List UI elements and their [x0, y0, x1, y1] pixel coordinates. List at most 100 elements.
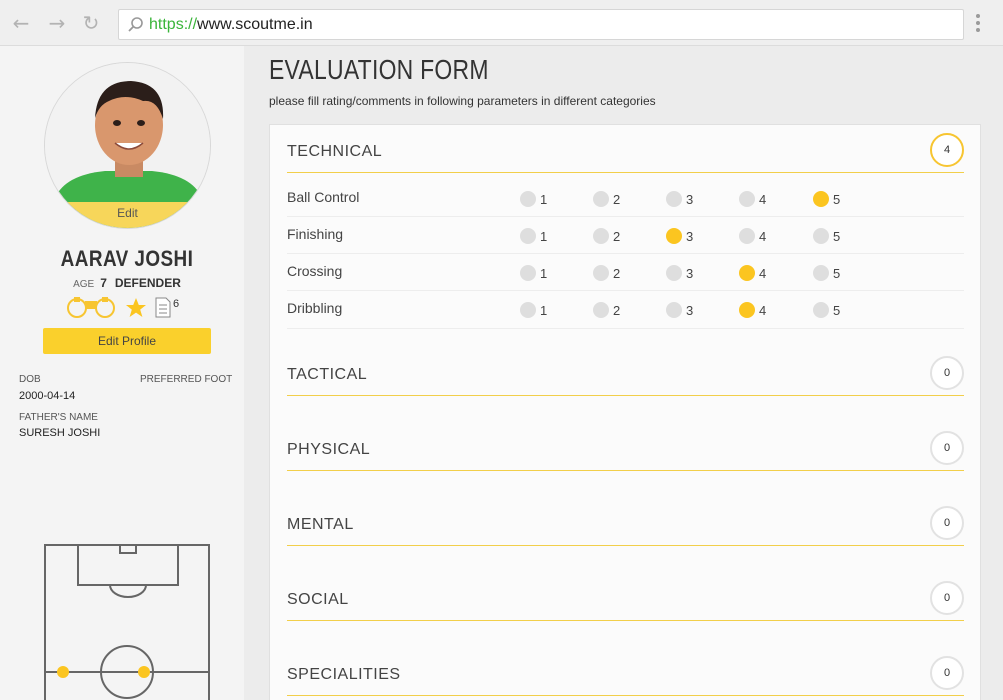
browser-menu-icon[interactable] — [976, 14, 982, 35]
rating-option-label: 5 — [833, 192, 841, 207]
category-score-badge: 0 — [930, 431, 964, 465]
player-position-marker — [138, 666, 150, 678]
radio-unselected-icon[interactable] — [739, 191, 755, 207]
rating-option-label: 3 — [686, 192, 694, 207]
player-name: AARAV JOSHI — [60, 246, 194, 271]
evaluation-form: TECHNICAL 4 Ball Control 1 2 3 4 5 Finishing… — [269, 124, 981, 700]
document-count: 6 — [173, 298, 180, 310]
category-title: TECHNICAL — [287, 143, 383, 160]
radio-selected-icon[interactable] — [739, 265, 755, 281]
radio-unselected-icon[interactable] — [520, 302, 536, 318]
rating-row: Dribbling 1 2 3 4 5 — [287, 291, 964, 328]
rating-option-label: 1 — [540, 303, 548, 318]
radio-unselected-icon[interactable] — [666, 265, 682, 281]
radio-selected-icon[interactable] — [739, 302, 755, 318]
rating-option-label: 2 — [613, 229, 621, 244]
rating-option-label: 2 — [613, 266, 621, 281]
rating-row-label: Crossing — [287, 263, 343, 279]
category-score-badge: 4 — [930, 133, 964, 167]
category-title: PHYSICAL — [287, 441, 371, 458]
radio-unselected-icon[interactable] — [520, 191, 536, 207]
radio-unselected-icon[interactable] — [520, 228, 536, 244]
football-pitch-diagram — [44, 544, 210, 700]
category-score-badge: 0 — [930, 356, 964, 390]
position-value: DEFENDER — [114, 276, 181, 290]
category-header-specialities[interactable]: SPECIALITIES 0 — [287, 650, 964, 696]
category-header-tactical[interactable]: TACTICAL 0 — [287, 350, 964, 396]
page-subtitle: please fill rating/comments in following… — [269, 94, 656, 108]
category-score-badge: 0 — [930, 506, 964, 540]
address-bar[interactable]: https://www.scoutme.in — [118, 9, 964, 40]
radio-unselected-icon[interactable] — [813, 302, 829, 318]
category-title: MENTAL — [287, 516, 354, 533]
radio-unselected-icon[interactable] — [593, 265, 609, 281]
radio-unselected-icon[interactable] — [593, 191, 609, 207]
avatar-edit-button[interactable]: Edit — [45, 202, 210, 228]
radio-unselected-icon[interactable] — [739, 228, 755, 244]
radio-unselected-icon[interactable] — [593, 302, 609, 318]
preferred-foot-label: PREFERRED FOOT — [140, 374, 233, 385]
radio-unselected-icon[interactable] — [813, 228, 829, 244]
page-title: EVALUATION FORM — [269, 54, 489, 85]
rating-option-label: 1 — [540, 229, 548, 244]
radio-selected-icon[interactable] — [813, 191, 829, 207]
binoculars-icon[interactable] — [67, 297, 115, 318]
category-header-mental[interactable]: MENTAL 0 — [287, 500, 964, 546]
rating-option-label: 1 — [540, 266, 548, 281]
category-header-technical[interactable]: TECHNICAL 4 — [287, 127, 964, 173]
rating-option-label: 3 — [686, 229, 694, 244]
dob-value: 2000-04-14 — [19, 390, 76, 402]
category-title: SPECIALITIES — [287, 666, 401, 683]
age-label: AGE — [73, 279, 95, 290]
avatar: Edit — [44, 62, 211, 229]
star-icon[interactable] — [126, 298, 146, 317]
category-title: SOCIAL — [287, 591, 349, 608]
url-text: https://www.scoutme.in — [149, 16, 313, 33]
reload-icon[interactable]: ↻ — [80, 12, 102, 34]
category-score-badge: 0 — [930, 656, 964, 690]
radio-unselected-icon[interactable] — [666, 302, 682, 318]
category-header-physical[interactable]: PHYSICAL 0 — [287, 425, 964, 471]
rating-row: Ball Control 1 2 3 4 5 — [287, 180, 964, 217]
rating-option-label: 4 — [759, 266, 767, 281]
browser-toolbar: ← → ↻ https://www.scoutme.in — [0, 0, 1003, 46]
forward-arrow-icon[interactable]: → — [46, 12, 68, 34]
rating-row-label: Finishing — [287, 226, 344, 242]
father-name-value: SURESH JOSHI — [19, 427, 101, 439]
search-icon — [128, 17, 143, 32]
father-name-label: FATHER'S NAME — [19, 412, 98, 423]
rating-option-label: 4 — [759, 303, 767, 318]
rating-row: Crossing 1 2 3 4 5 — [287, 254, 964, 291]
category-title: TACTICAL — [287, 366, 368, 383]
back-arrow-icon[interactable]: ← — [10, 12, 32, 34]
rating-option-label: 1 — [540, 192, 548, 207]
player-meta: AGE 7 DEFENDER — [0, 276, 254, 290]
player-badges: 6 — [67, 296, 197, 318]
rating-option-label: 4 — [759, 192, 767, 207]
rating-option-label: 3 — [686, 266, 694, 281]
radio-unselected-icon[interactable] — [593, 228, 609, 244]
rating-option-label: 5 — [833, 229, 841, 244]
rating-row: Finishing 1 2 3 4 5 — [287, 217, 964, 254]
rating-option-label: 5 — [833, 303, 841, 318]
radio-unselected-icon[interactable] — [666, 191, 682, 207]
radio-selected-icon[interactable] — [666, 228, 682, 244]
rating-option-label: 4 — [759, 229, 767, 244]
document-icon[interactable] — [155, 297, 171, 318]
row-divider — [287, 328, 964, 329]
rating-row-label: Dribbling — [287, 300, 343, 316]
radio-unselected-icon[interactable] — [520, 265, 536, 281]
player-position-marker — [57, 666, 69, 678]
radio-unselected-icon[interactable] — [813, 265, 829, 281]
dob-label: DOB — [19, 374, 41, 385]
profile-sidebar: Edit AARAV JOSHI AGE 7 DEFENDER 6 Edit Pro… — [0, 46, 244, 700]
age-value: 7 — [100, 276, 107, 290]
rating-row-label: Ball Control — [287, 189, 360, 205]
category-header-social[interactable]: SOCIAL 0 — [287, 575, 964, 621]
edit-profile-button[interactable]: Edit Profile — [43, 328, 211, 354]
rating-option-label: 5 — [833, 266, 841, 281]
rating-option-label: 3 — [686, 303, 694, 318]
rating-option-label: 2 — [613, 192, 621, 207]
rating-option-label: 2 — [613, 303, 621, 318]
category-score-badge: 0 — [930, 581, 964, 615]
